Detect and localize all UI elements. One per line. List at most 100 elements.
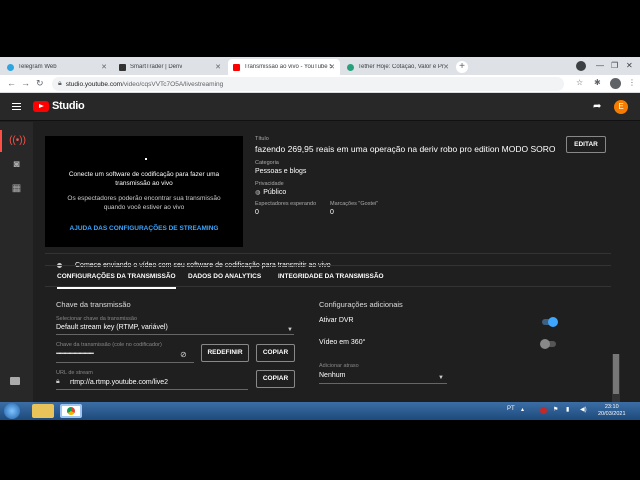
- share-icon[interactable]: ➦: [593, 101, 601, 112]
- privacy-value: ◍ Público: [255, 189, 287, 196]
- maximize-icon[interactable]: ❐: [611, 61, 618, 70]
- content-tabs: CONFIGURAÇÕES DA TRANSMISSÃO DADOS DO AN…: [45, 265, 611, 289]
- youtube-logo-icon[interactable]: [33, 101, 49, 112]
- url-path: /video/cqsVVTc7O5A/livestreaming: [122, 80, 224, 88]
- additional-settings-title: Configurações adicionais: [319, 300, 403, 309]
- tab-stream-settings[interactable]: CONFIGURAÇÕES DA TRANSMISSÃO: [57, 266, 176, 289]
- stream-key-select[interactable]: Default stream key (RTMP, variável): [56, 324, 168, 331]
- rail-item-stream[interactable]: ((•)): [0, 130, 33, 152]
- clock-date: 20/03/2021: [598, 411, 626, 417]
- video360-label: Vídeo em 360°: [319, 339, 366, 346]
- preview-viewers-message: Os espectadores poderão encontrar sua tr…: [67, 195, 221, 211]
- studio-logo-text[interactable]: Studio: [52, 100, 85, 112]
- waiting-viewers-stat: Espectadores esperando 0: [255, 201, 317, 216]
- stream-preview: Conecte um software de codificação para …: [45, 136, 243, 247]
- tab-close-icon[interactable]: ✕: [329, 63, 335, 71]
- stream-key-field[interactable]: ••••••••••••••••••••••••••••••: [56, 351, 94, 357]
- lock-icon: 🔒︎: [56, 378, 60, 385]
- browser-toolbar: ← → ↻ 🔒︎ studio.youtube.com /video/cqsVV…: [0, 75, 640, 93]
- flag-icon[interactable]: ⚑: [553, 406, 558, 413]
- close-window-icon[interactable]: ✕: [626, 61, 633, 70]
- browser-menu-icon[interactable]: ⋮: [628, 78, 636, 87]
- tether-favicon-icon: [347, 63, 354, 71]
- content-scrollbar[interactable]: [612, 354, 620, 402]
- globe-icon: ◍: [255, 190, 261, 196]
- address-bar[interactable]: 🔒︎ studio.youtube.com /video/cqsVVTc7O5A…: [52, 77, 564, 91]
- language-indicator[interactable]: PT: [507, 406, 515, 412]
- dvr-toggle[interactable]: [542, 317, 558, 327]
- hamburger-menu-icon[interactable]: [12, 103, 21, 112]
- edit-button[interactable]: EDITAR: [566, 136, 606, 153]
- browser-tab-tether[interactable]: Tether Hoje: Cotação, Valor e Pr ✕: [342, 59, 454, 75]
- browser-tab-telegram[interactable]: Telegram Web ✕: [2, 59, 112, 75]
- browser-tabstrip: Telegram Web ✕ SmartTrader | Deriv ✕ Tra…: [0, 57, 640, 75]
- calendar-icon: ▦: [11, 183, 22, 194]
- stream-url-field[interactable]: rtmp://a.rtmp.youtube.com/live2: [70, 379, 168, 386]
- chrome-taskbar-icon[interactable]: [60, 404, 82, 418]
- camera-icon: ◙: [13, 159, 20, 170]
- file-explorer-icon[interactable]: [32, 404, 54, 418]
- tab-label: Transmissão ao vivo - YouTube S: [244, 64, 332, 70]
- field-underline: [56, 362, 194, 363]
- deriv-favicon-icon: [119, 63, 126, 71]
- stream-url-label: URL de stream: [56, 370, 93, 376]
- minimize-icon[interactable]: —: [596, 61, 604, 70]
- tray-arrow-icon[interactable]: ▴: [521, 406, 524, 413]
- delay-underline: [319, 383, 447, 384]
- telegram-favicon-icon: [7, 63, 14, 71]
- chrome-logo-icon: [67, 407, 75, 415]
- copy-key-button[interactable]: COPIAR: [256, 344, 295, 362]
- bookmark-star-icon[interactable]: ☆: [576, 78, 583, 87]
- recording-icon[interactable]: [576, 61, 586, 71]
- clock-time: 23:10: [604, 404, 619, 410]
- category-value: Pessoas e blogs: [255, 168, 307, 175]
- feedback-icon[interactable]: [10, 377, 20, 385]
- network-icon[interactable]: ▮: [566, 406, 569, 413]
- stream-key-select-label: Selecionar chave da transmissão: [56, 316, 138, 322]
- dvr-label: Ativar DVR: [319, 317, 354, 324]
- left-rail: ((•)) ◙ ▦: [0, 122, 33, 402]
- windows-start-icon[interactable]: [4, 403, 20, 419]
- category-label: Categoria: [255, 160, 279, 166]
- youtube-favicon-icon: [233, 63, 240, 71]
- windows-taskbar: PT ▴ ⚑ ▮ ◀) 23:10 20/03/2021: [0, 402, 640, 420]
- tab-close-icon[interactable]: ✕: [101, 63, 107, 71]
- studio-header: Studio ➦ E: [0, 93, 640, 121]
- visibility-off-icon[interactable]: ⊘: [180, 350, 187, 359]
- extensions-icon[interactable]: ✱: [594, 78, 601, 87]
- volume-icon[interactable]: ◀): [580, 406, 587, 413]
- chevron-down-icon[interactable]: ▼: [287, 327, 293, 333]
- tab-close-icon[interactable]: ✕: [215, 63, 221, 71]
- video360-toggle[interactable]: [540, 339, 556, 349]
- tray-app-icon[interactable]: [540, 407, 547, 414]
- url-underline: [56, 389, 248, 390]
- preview-connect-message: Conecte um software de codificação para …: [68, 171, 220, 187]
- tab-stream-health[interactable]: INTEGRIDADE DA TRANSMISSÃO: [278, 266, 384, 288]
- browser-tab-youtube-studio[interactable]: Transmissão ao vivo - YouTube S ✕: [228, 59, 340, 75]
- scrollbar-thumb[interactable]: [613, 354, 619, 394]
- browser-tab-deriv[interactable]: SmartTrader | Deriv ✕: [114, 59, 226, 75]
- copy-url-button[interactable]: COPIAR: [256, 370, 295, 388]
- account-avatar[interactable]: E: [614, 100, 628, 114]
- chevron-down-icon[interactable]: ▼: [438, 375, 444, 381]
- title-label: Título: [255, 136, 269, 142]
- live-broadcast-icon: ((•)): [9, 135, 26, 146]
- main-content: Conecte um software de codificação para …: [33, 122, 623, 402]
- delay-select[interactable]: Nenhum: [319, 372, 345, 379]
- reload-icon[interactable]: ↻: [36, 78, 44, 89]
- rail-item-webcam[interactable]: ◙: [0, 154, 33, 176]
- back-icon[interactable]: ←: [7, 78, 16, 88]
- rail-item-manage[interactable]: ▦: [0, 178, 33, 200]
- stream-key-section-title: Chave da transmissão: [56, 300, 131, 309]
- forward-icon[interactable]: →: [21, 78, 30, 88]
- reset-key-button[interactable]: REDEFINIR: [201, 344, 249, 362]
- tab-close-icon[interactable]: ✕: [443, 63, 449, 71]
- screen: Telegram Web ✕ SmartTrader | Deriv ✕ Tra…: [0, 57, 640, 420]
- stream-title: fazendo 269,95 reais em uma operação na …: [255, 144, 555, 154]
- taskbar-clock[interactable]: 23:10 20/03/2021: [598, 404, 626, 418]
- tab-analytics[interactable]: DADOS DO ANALYTICS: [188, 266, 261, 288]
- streaming-help-link[interactable]: AJUDA DAS CONFIGURAÇÕES DE STREAMING: [45, 225, 243, 232]
- new-tab-button[interactable]: +: [456, 61, 468, 73]
- browser-profile-icon[interactable]: [610, 78, 621, 89]
- loading-indicator: [145, 158, 147, 160]
